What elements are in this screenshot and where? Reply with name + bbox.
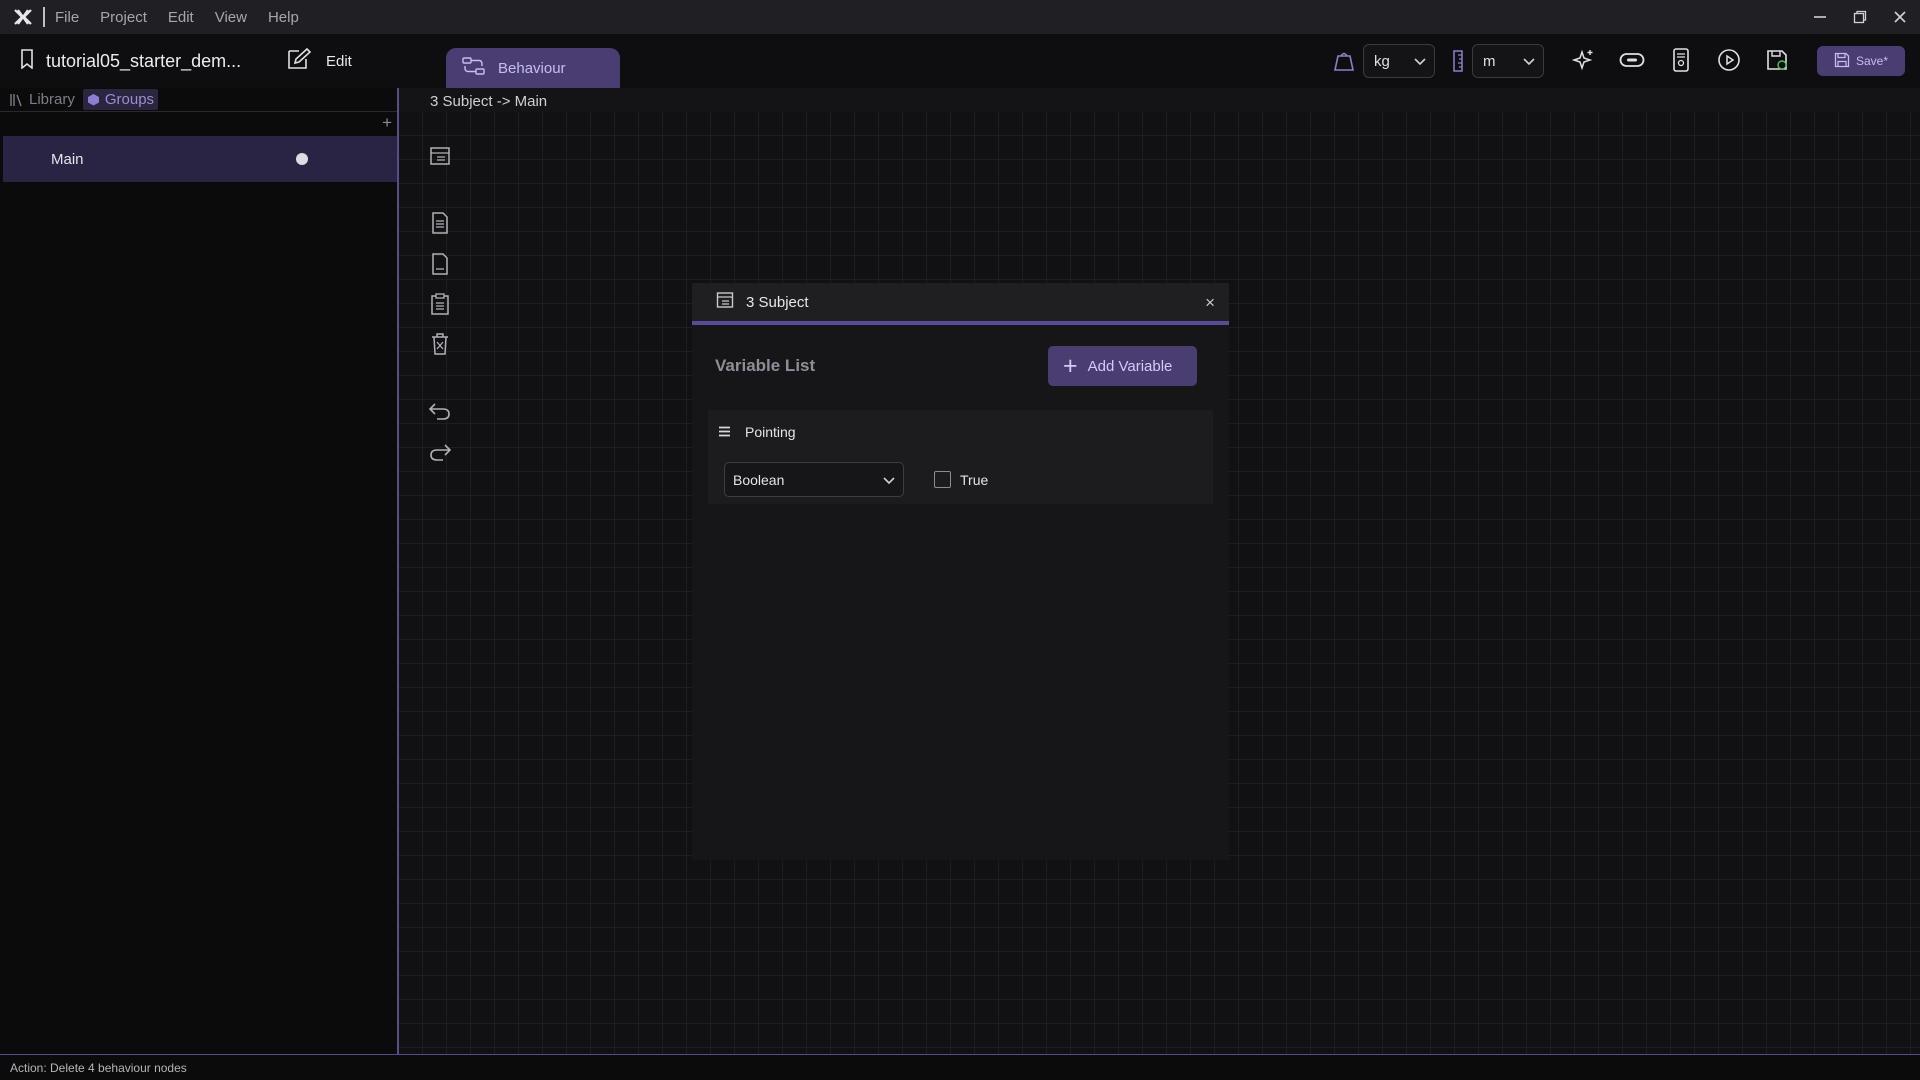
edit-mode-button[interactable]: Edit: [286, 44, 352, 78]
add-variable-button[interactable]: + Add Variable: [1048, 346, 1197, 386]
group-item-label: Main: [51, 150, 84, 168]
group-item-main[interactable]: Main: [3, 136, 398, 182]
toolbar: tutorial05_starter_dem... Edit Behaviour…: [0, 34, 1920, 88]
cube-icon: [87, 93, 100, 106]
export-button[interactable]: [1763, 48, 1791, 76]
chevron-down-icon: [883, 472, 895, 488]
length-unit-select[interactable]: m: [1472, 44, 1544, 78]
menu-project[interactable]: Project: [100, 9, 147, 26]
save-button[interactable]: Save*: [1817, 46, 1905, 76]
tab-library[interactable]: Library: [6, 89, 79, 110]
save-icon: [1834, 52, 1850, 71]
status-bar: Action: Delete 4 behaviour nodes: [0, 1054, 1920, 1080]
checkbox[interactable]: [934, 471, 951, 488]
variable-card: Pointing Boolean True: [708, 410, 1213, 504]
export-icon: [1765, 48, 1789, 77]
save-label: Save*: [1855, 54, 1889, 68]
bookmark-icon: [20, 48, 34, 74]
tab-behaviour-label: Behaviour: [498, 59, 566, 77]
chevron-down-icon: [1414, 53, 1426, 70]
chevron-down-icon: [1523, 53, 1535, 70]
variables-dialog: 3 Subject × Variable List + Add Variable…: [692, 283, 1229, 860]
menu-view[interactable]: View: [215, 9, 247, 26]
variables-button[interactable]: [426, 144, 454, 172]
mass-unit-value: kg: [1374, 52, 1390, 70]
menu-file[interactable]: File: [55, 9, 79, 26]
delete-button[interactable]: [426, 332, 454, 360]
menubar: File Project Edit View Help: [0, 0, 1920, 34]
variable-type-select[interactable]: Boolean: [724, 462, 904, 497]
play-icon: [1717, 48, 1741, 77]
dialog-header[interactable]: 3 Subject ×: [692, 283, 1229, 325]
tab-behaviour[interactable]: Behaviour: [446, 48, 620, 88]
redo-button[interactable]: [426, 440, 454, 468]
variables-icon: [429, 145, 451, 172]
paste-button[interactable]: [426, 292, 454, 320]
file-icon: [430, 252, 450, 280]
variable-name[interactable]: Pointing: [745, 424, 796, 440]
variables-icon: [716, 291, 734, 314]
copy-button[interactable]: [426, 211, 454, 239]
menu-help[interactable]: Help: [268, 9, 299, 26]
mass-unit-group: kg: [1333, 44, 1435, 78]
tab-library-label: Library: [29, 91, 75, 108]
edit-mode-label: Edit: [326, 52, 352, 70]
trash-icon: [430, 332, 450, 360]
ruler-icon: [1452, 50, 1464, 72]
vr-headset-icon: [1619, 51, 1645, 74]
library-icon: [10, 93, 24, 107]
app-logo-icon: [13, 7, 33, 27]
vr-preview-button[interactable]: [1618, 48, 1646, 76]
clipboard-icon: [430, 292, 450, 320]
plus-icon: +: [1063, 351, 1078, 380]
redo-icon: [428, 442, 452, 467]
undo-button[interactable]: [426, 399, 454, 427]
length-unit-value: m: [1483, 52, 1496, 70]
group-status-dot: [296, 153, 308, 165]
duplicate-button[interactable]: [426, 252, 454, 280]
undo-icon: [428, 401, 452, 426]
length-unit-group: m: [1452, 44, 1544, 78]
add-variable-label: Add Variable: [1087, 357, 1173, 375]
breadcrumb-bar: [399, 88, 1920, 112]
breadcrumb: 3 Subject -> Main: [430, 93, 548, 110]
variable-list-title: Variable List: [715, 356, 816, 375]
ai-assist-button[interactable]: [1570, 48, 1598, 76]
dialog-title: 3 Subject: [746, 293, 809, 311]
document-icon: [430, 211, 450, 239]
tab-groups[interactable]: Groups: [82, 89, 159, 110]
variable-type-value: Boolean: [733, 471, 785, 488]
weight-icon: [1333, 50, 1355, 72]
minimize-button[interactable]: [1800, 0, 1840, 34]
variable-value-checkbox[interactable]: True: [934, 471, 988, 488]
project-title[interactable]: tutorial05_starter_dem...: [20, 44, 241, 78]
device-icon: [1672, 47, 1690, 77]
play-button[interactable]: [1715, 48, 1743, 76]
menubar-separator: [43, 7, 45, 27]
add-group-button[interactable]: +: [382, 113, 392, 133]
sparkle-icon: [1571, 48, 1596, 77]
left-panel: Library Groups + Main: [0, 88, 398, 1054]
status-text: Action: Delete 4 behaviour nodes: [10, 1061, 187, 1075]
tab-groups-label: Groups: [104, 91, 155, 108]
flow-icon: [462, 56, 486, 81]
device-button[interactable]: [1667, 47, 1695, 77]
edit-icon: [286, 47, 312, 76]
window-controls: [1800, 0, 1920, 34]
restore-button[interactable]: [1840, 0, 1880, 34]
menu-edit[interactable]: Edit: [168, 9, 194, 26]
close-icon[interactable]: ×: [1205, 293, 1215, 313]
checkbox-label: True: [960, 471, 989, 488]
drag-handle-icon[interactable]: [718, 426, 731, 437]
panel-toolbar: +: [0, 112, 398, 134]
project-name: tutorial05_starter_dem...: [46, 50, 242, 71]
panel-tabs: Library Groups: [0, 88, 398, 112]
close-window-button[interactable]: [1880, 0, 1920, 34]
mass-unit-select[interactable]: kg: [1363, 44, 1435, 78]
